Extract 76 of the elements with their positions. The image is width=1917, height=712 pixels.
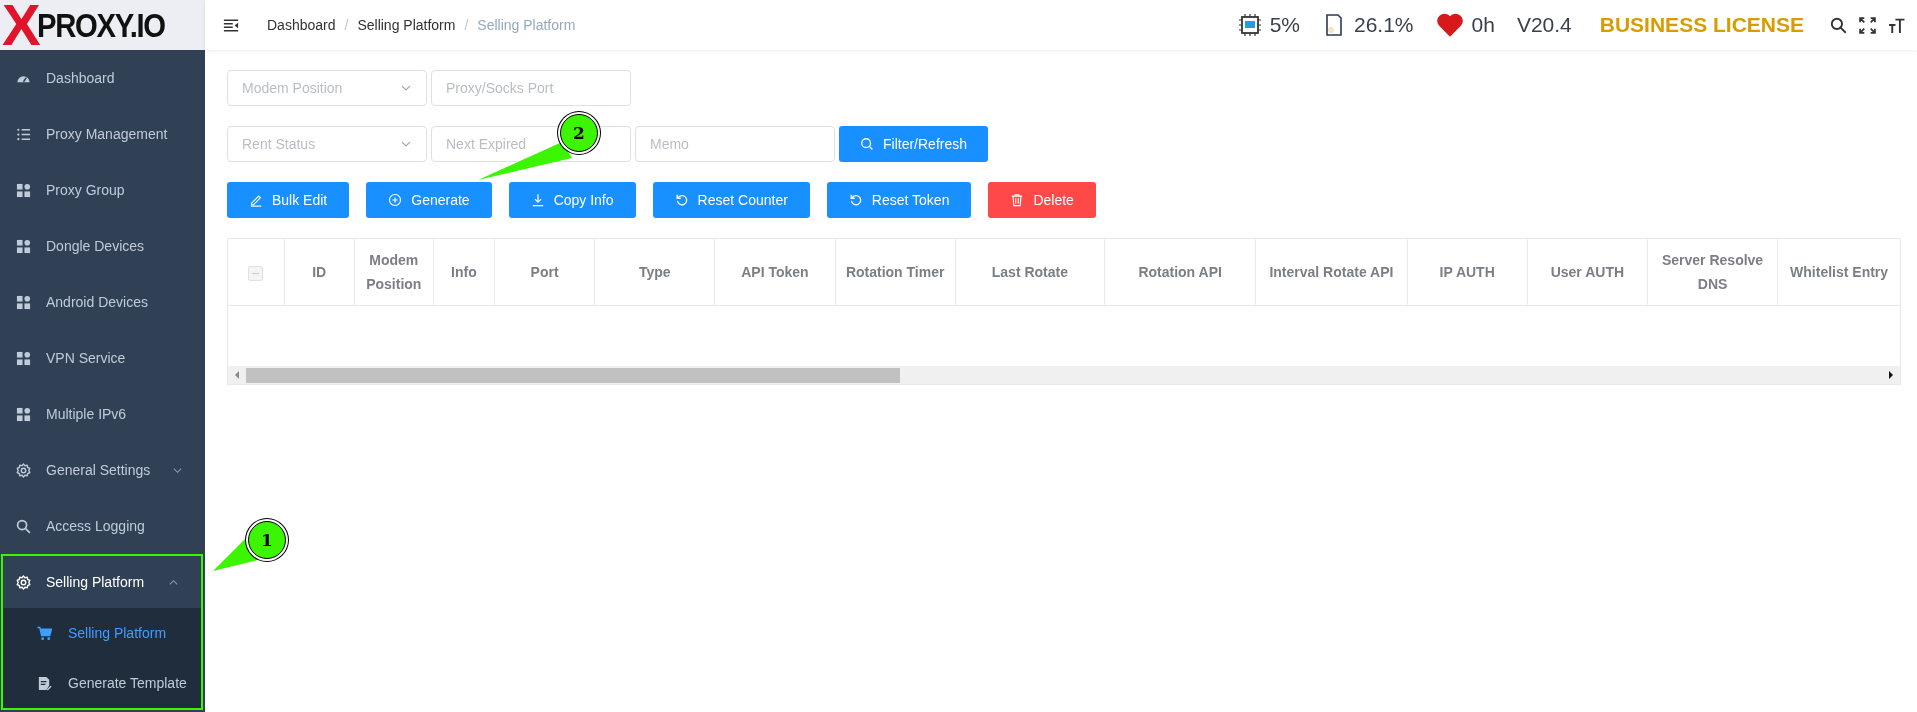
column-header[interactable]: Type: [601, 260, 709, 284]
cart-icon: [37, 625, 52, 641]
ram-usage: 26.1%: [1354, 13, 1414, 37]
sidebar-item[interactable]: Multiple IPv6: [0, 386, 205, 442]
grid-icon: [16, 238, 31, 254]
refresh-icon: [674, 193, 689, 207]
grid-icon: [16, 350, 31, 366]
column-header[interactable]: Info: [439, 260, 488, 284]
scroll-left-icon[interactable]: [233, 370, 241, 380]
action-button[interactable]: Copy Info: [508, 182, 636, 218]
column-header[interactable]: Interval Rotate API: [1262, 260, 1401, 284]
breadcrumb[interactable]: Selling Platform: [357, 17, 456, 33]
input-field[interactable]: Memo: [635, 126, 835, 162]
column-header[interactable]: Port: [500, 260, 589, 284]
breadcrumb-separator: /: [464, 17, 469, 33]
action-button[interactable]: Bulk Edit: [227, 182, 350, 218]
chip-icon: [1237, 13, 1262, 37]
heart-icon: [1435, 12, 1464, 38]
action-button[interactable]: Delete: [988, 182, 1096, 218]
column-header[interactable]: Whitelist Entry: [1784, 260, 1894, 284]
grid-icon: [16, 406, 31, 422]
sidebar-item[interactable]: Dashboard: [0, 50, 205, 106]
column-header[interactable]: ID: [290, 260, 348, 284]
scroll-right-icon[interactable]: [1887, 370, 1895, 380]
fullscreen-icon[interactable]: [1859, 16, 1876, 34]
column-header[interactable]: User AUTH: [1533, 260, 1641, 284]
refresh-icon: [848, 193, 863, 207]
callout-badge: 1: [248, 521, 286, 559]
submenu-item[interactable]: Generate Template: [3, 658, 201, 708]
sidebar-item[interactable]: Proxy Group: [0, 162, 205, 218]
sidebar-item[interactable]: Dongle Devices: [0, 218, 205, 274]
breadcrumb[interactable]: Selling Platform: [477, 17, 576, 33]
horizontal-scrollbar[interactable]: [228, 366, 1900, 384]
sidebar-item[interactable]: Access Logging: [0, 498, 205, 554]
download-icon: [530, 193, 545, 207]
action-button[interactable]: Reset Counter: [652, 182, 810, 218]
action-button[interactable]: Generate: [366, 182, 492, 218]
plus-circle-icon: [388, 193, 403, 207]
sidebar-item[interactable]: General Settings: [0, 442, 205, 498]
list-icon: [16, 126, 31, 142]
filter-button[interactable]: Filter/Refresh: [839, 126, 989, 162]
pencil-icon: [249, 193, 263, 207]
column-header[interactable]: Modem Position: [360, 248, 427, 296]
document-icon: [37, 675, 52, 691]
settings-icon: [16, 574, 31, 590]
text-size-icon[interactable]: [1888, 16, 1905, 34]
menu-fold-icon[interactable]: [223, 17, 239, 33]
uptime: 0h: [1471, 13, 1495, 37]
grid-icon: [16, 182, 31, 198]
column-header[interactable]: Server Resolve DNS: [1653, 248, 1772, 296]
breadcrumb-separator: /: [344, 17, 349, 33]
sidebar-item[interactable]: Selling Platform: [3, 556, 201, 608]
search-icon: [16, 518, 31, 534]
column-header[interactable]: Last Rotate: [961, 260, 1098, 284]
column-header[interactable]: Rotation API: [1111, 260, 1250, 284]
sidebar-item[interactable]: VPN Service: [0, 330, 205, 386]
sidebar-item[interactable]: Proxy Management: [0, 106, 205, 162]
action-button[interactable]: Reset Token: [826, 182, 972, 218]
breadcrumb[interactable]: Dashboard: [267, 17, 336, 33]
search-icon[interactable]: [1830, 16, 1847, 34]
settings-icon: [16, 462, 31, 478]
sidebar-item[interactable]: Android Devices: [0, 274, 205, 330]
license-label: BUSINESS LICENSE: [1599, 13, 1804, 37]
column-header[interactable]: API Token: [721, 260, 829, 284]
input-field[interactable]: Proxy/Socks Port: [431, 70, 631, 106]
column-header[interactable]: IP AUTH: [1413, 260, 1521, 284]
callout-badge: 2: [560, 114, 598, 152]
cpu-usage: 5%: [1269, 13, 1300, 37]
trash-icon: [1010, 193, 1025, 207]
select-all-checkbox[interactable]: [248, 265, 264, 281]
logo: XPROXY.IO: [0, 0, 205, 50]
grid-icon: [16, 294, 31, 310]
search-icon: [860, 137, 874, 151]
column-header[interactable]: Rotation Timer: [841, 260, 949, 284]
version: V20.4: [1516, 13, 1572, 37]
submenu-item[interactable]: Selling Platform: [3, 608, 237, 658]
